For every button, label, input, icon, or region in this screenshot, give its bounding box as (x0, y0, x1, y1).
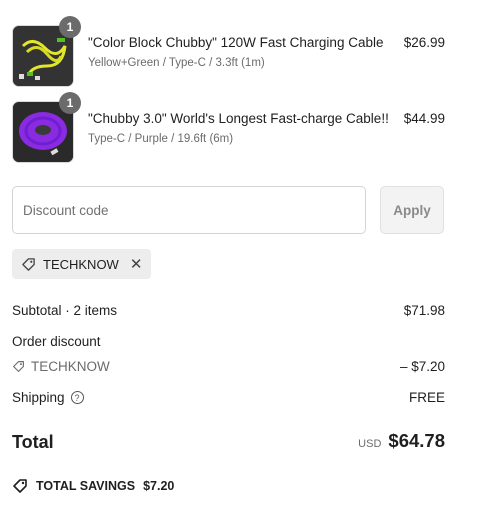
applied-discount-code: TECHKNOW (43, 256, 119, 272)
cart-item: 1 "Color Block Chubby" 120W Fast Chargin… (12, 16, 445, 87)
total-amount: $64.78 (388, 430, 445, 451)
item-title: "Chubby 3.0" World's Longest Fast-charge… (88, 111, 389, 126)
applied-discount-chip: TECHKNOW ✕ (12, 249, 152, 279)
total-label: Total (12, 432, 54, 452)
savings-label: TOTAL SAVINGS (36, 479, 136, 493)
subtotal-row: Subtotal · 2 items $71.98 (12, 303, 445, 318)
order-discount-label: Order discount (12, 334, 101, 349)
discount-code-row: TECHKNOW – $7.20 (12, 359, 445, 374)
cart-item: 1 "Chubby 3.0" World's Longest Fast-char… (12, 92, 445, 163)
tag-icon (13, 479, 27, 493)
shipping-label: Shipping (12, 390, 65, 405)
item-variant: Type-C / Purple / 19.6ft (6m) (88, 133, 234, 145)
apply-discount-button[interactable]: Apply (380, 186, 444, 234)
quantity-badge: 1 (59, 92, 81, 114)
subtotal-label: Subtotal · 2 items (12, 303, 118, 318)
shipping-row: Shipping ? FREE (12, 390, 445, 405)
tag-icon (22, 257, 35, 271)
savings-value: $7.20 (143, 479, 175, 493)
order-discount-row: Order discount (12, 334, 445, 349)
item-price: $44.99 (403, 111, 445, 126)
quantity-badge: 1 (59, 16, 81, 38)
discount-code-input[interactable] (12, 186, 366, 234)
help-icon[interactable]: ? (70, 391, 84, 404)
subtotal-value: $71.98 (403, 303, 445, 318)
discount-value: – $7.20 (399, 359, 445, 374)
currency-code: USD (358, 438, 382, 450)
total-amount-group: USD $64.78 (358, 430, 445, 452)
item-price: $26.99 (403, 35, 445, 50)
tag-icon (13, 361, 24, 372)
item-title: "Color Block Chubby" 120W Fast Charging … (88, 35, 384, 50)
total-savings: TOTAL SAVINGS $7.20 (12, 478, 174, 494)
remove-discount-icon[interactable]: ✕ (130, 257, 143, 272)
item-variant: Yellow+Green / Type-C / 3.3ft (1m) (88, 57, 265, 69)
summary-discount-code: TECHKNOW (31, 359, 110, 374)
shipping-value: FREE (408, 390, 445, 405)
